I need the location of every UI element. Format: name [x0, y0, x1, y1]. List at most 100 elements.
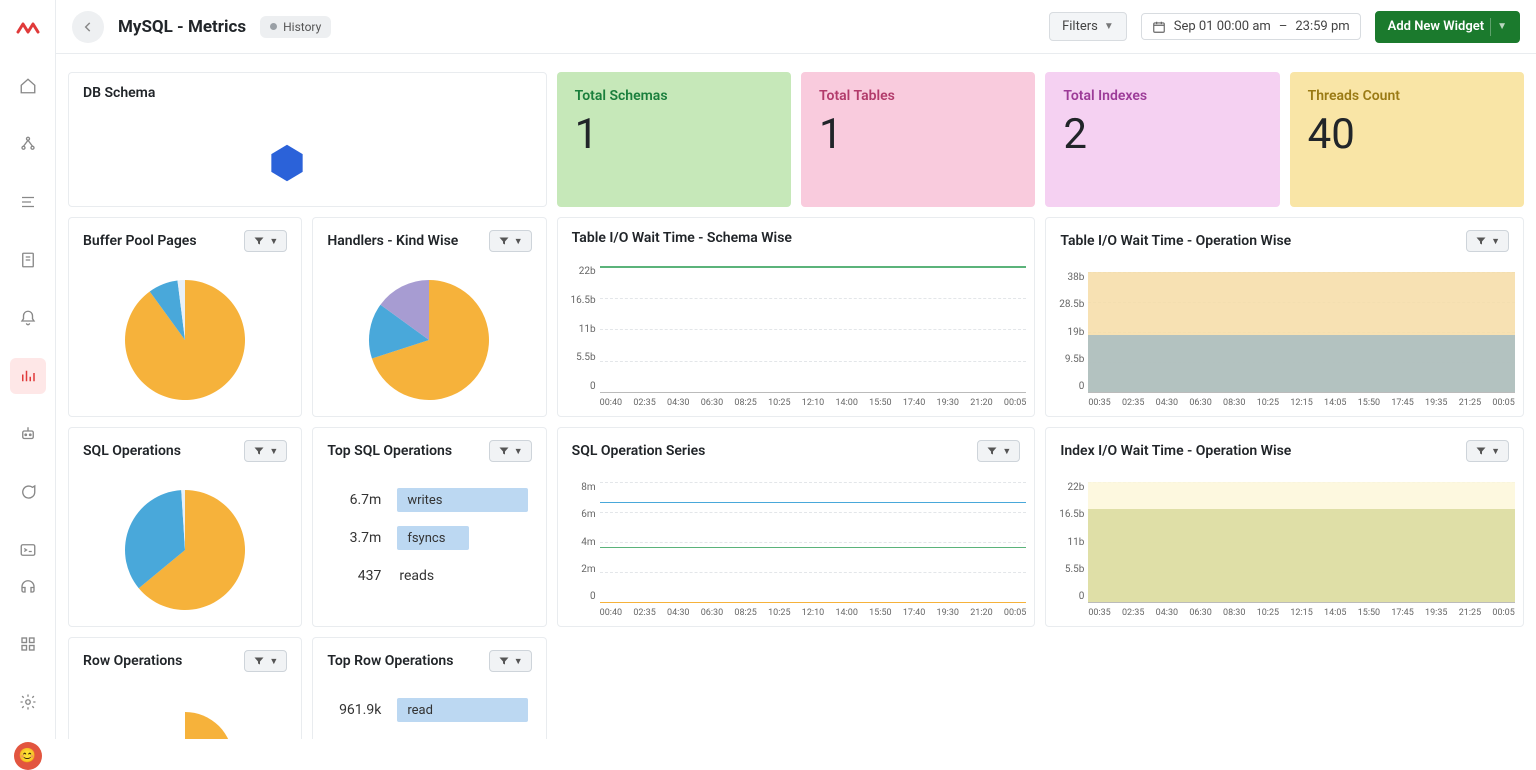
- stat-value: 40: [1308, 110, 1506, 159]
- widget-title: Top SQL Operations: [327, 443, 452, 459]
- page-title: MySQL - Metrics: [118, 17, 246, 37]
- caret-down-icon: ▼: [269, 446, 278, 457]
- widget-filter-button[interactable]: ▼: [1466, 440, 1509, 462]
- caret-down-icon: ▼: [1002, 446, 1011, 457]
- top-value: 961.9k: [331, 702, 381, 718]
- widget-title: SQL Operation Series: [572, 443, 706, 459]
- app-root: 😊 MySQL - Metrics History Filters ▼ Sep …: [0, 0, 1536, 739]
- topbar: MySQL - Metrics History Filters ▼ Sep 01…: [56, 0, 1536, 54]
- widget-filter-button[interactable]: ▼: [244, 440, 287, 462]
- widget-title: Table I/O Wait Time - Operation Wise: [1060, 233, 1291, 249]
- caret-down-icon: ▼: [514, 236, 523, 247]
- widget-sql-series: SQL Operation Series ▼ 8m6m4m2m000:4002:…: [557, 427, 1036, 627]
- stat-title: Total Tables: [819, 88, 1017, 104]
- filter-icon: [498, 445, 510, 457]
- filter-icon: [986, 445, 998, 457]
- widget-filter-button[interactable]: ▼: [244, 230, 287, 252]
- top-list-row: 437reads: [331, 564, 527, 588]
- stat-value: 1: [575, 110, 773, 159]
- pie-chart: [364, 275, 494, 405]
- widget-filter-button[interactable]: ▼: [489, 650, 532, 672]
- widget-top-row: Top Row Operations ▼ 961.9k read: [312, 637, 546, 739]
- stat-card: Total Schemas1: [557, 72, 791, 207]
- stat-cards: Total Schemas1 Total Tables 1 Total Indexes…: [557, 72, 1524, 207]
- history-dot-icon: [270, 23, 277, 30]
- add-widget-label: Add New Widget: [1388, 19, 1484, 34]
- nav-support-icon[interactable]: [10, 568, 46, 604]
- filter-icon: [253, 655, 265, 667]
- filters-label: Filters: [1062, 19, 1098, 34]
- stat-card: Total Tables 1: [801, 72, 1035, 207]
- widget-filter-button[interactable]: ▼: [244, 650, 287, 672]
- hexagon-icon[interactable]: [269, 143, 305, 183]
- widget-title: Index I/O Wait Time - Operation Wise: [1060, 443, 1291, 459]
- date-range-picker[interactable]: Sep 01 00:00 am – 23:59 pm: [1141, 13, 1361, 40]
- pie-chart: [125, 700, 245, 739]
- nav-metrics-icon[interactable]: [10, 358, 46, 394]
- widget-filter-button[interactable]: ▼: [977, 440, 1020, 462]
- top-bar: writes: [397, 488, 527, 512]
- add-widget-button[interactable]: Add New Widget ▼: [1375, 11, 1520, 43]
- top-bar: reads: [397, 564, 527, 588]
- widget-filter-button[interactable]: ▼: [1466, 230, 1509, 252]
- nav-home-icon[interactable]: [10, 68, 46, 104]
- filter-icon: [498, 655, 510, 667]
- stat-value: 2: [1063, 110, 1261, 159]
- history-chip[interactable]: History: [260, 16, 331, 38]
- nav-terminal-icon[interactable]: [10, 532, 46, 568]
- stat-card: Total Indexes 2: [1045, 72, 1279, 207]
- filters-button[interactable]: Filters ▼: [1049, 12, 1127, 41]
- widget-table-io-schema: Table I/O Wait Time - Schema Wise 22b16.…: [557, 217, 1036, 417]
- history-label: History: [283, 20, 321, 34]
- widget-row-ops: Row Operations ▼: [68, 637, 302, 739]
- stat-value: 1: [819, 110, 1017, 159]
- widget-title: DB Schema: [83, 85, 155, 101]
- widget-sql-ops: SQL Operations ▼: [68, 427, 302, 627]
- date-from: Sep 01 00:00 am: [1174, 19, 1271, 34]
- nav-topology-icon[interactable]: [10, 126, 46, 162]
- widget-filter-button[interactable]: ▼: [489, 440, 532, 462]
- caret-down-icon: ▼: [514, 656, 523, 667]
- caret-down-icon: ▼: [1491, 446, 1500, 457]
- top-list-row: 3.7mfsyncs: [331, 526, 527, 550]
- top-value: 6.7m: [331, 492, 381, 508]
- nav-settings-icon[interactable]: [10, 684, 46, 720]
- top-list-row: 961.9k read: [331, 698, 527, 722]
- widget-title: Buffer Pool Pages: [83, 233, 197, 249]
- nav-chat-icon[interactable]: [10, 474, 46, 510]
- filter-icon: [1475, 445, 1487, 457]
- widget-title: Top Row Operations: [327, 653, 453, 669]
- caret-down-icon: ▼: [269, 236, 278, 247]
- nav-logs-icon[interactable]: [10, 184, 46, 220]
- caret-down-icon: ▼: [514, 446, 523, 457]
- pie-chart: [120, 485, 250, 615]
- filter-icon: [1475, 235, 1487, 247]
- filter-icon: [253, 235, 265, 247]
- caret-down-icon: ▼: [1104, 21, 1114, 32]
- widget-filter-button[interactable]: ▼: [489, 230, 532, 252]
- main: MySQL - Metrics History Filters ▼ Sep 01…: [56, 0, 1536, 739]
- date-sep: –: [1279, 19, 1288, 34]
- caret-down-icon: ▼: [269, 656, 278, 667]
- stat-title: Total Indexes: [1063, 88, 1261, 104]
- top-bar: read: [397, 698, 527, 722]
- user-avatar[interactable]: 😊: [14, 742, 42, 770]
- widget-buffer-pool: Buffer Pool Pages ▼: [68, 217, 302, 417]
- nav-alerts-icon[interactable]: [10, 300, 46, 336]
- content: DB Schema Total Schemas1Total Tables1Tot…: [56, 54, 1536, 739]
- date-to: 23:59 pm: [1295, 19, 1349, 34]
- caret-down-icon: ▼: [1497, 21, 1507, 32]
- widget-top-sql: Top SQL Operations ▼ 6.7m writes 3.7mfsync…: [312, 427, 546, 627]
- stat-title: Threads Count: [1308, 88, 1506, 104]
- widget-title: Row Operations: [83, 653, 182, 669]
- widget-table-io-op: Table I/O Wait Time - Operation Wise ▼ 3…: [1045, 217, 1524, 417]
- nav-docs-icon[interactable]: [10, 242, 46, 278]
- filter-icon: [498, 235, 510, 247]
- nav-apps-icon[interactable]: [10, 626, 46, 662]
- nav-bot-icon[interactable]: [10, 416, 46, 452]
- caret-down-icon: ▼: [1491, 236, 1500, 247]
- back-button[interactable]: [72, 11, 104, 43]
- dashboard-grid: DB Schema Total Schemas1Total Tables1Tot…: [68, 72, 1524, 739]
- stat-card: Threads Count 40: [1290, 72, 1524, 207]
- top-list-row: 6.7m writes: [331, 488, 527, 512]
